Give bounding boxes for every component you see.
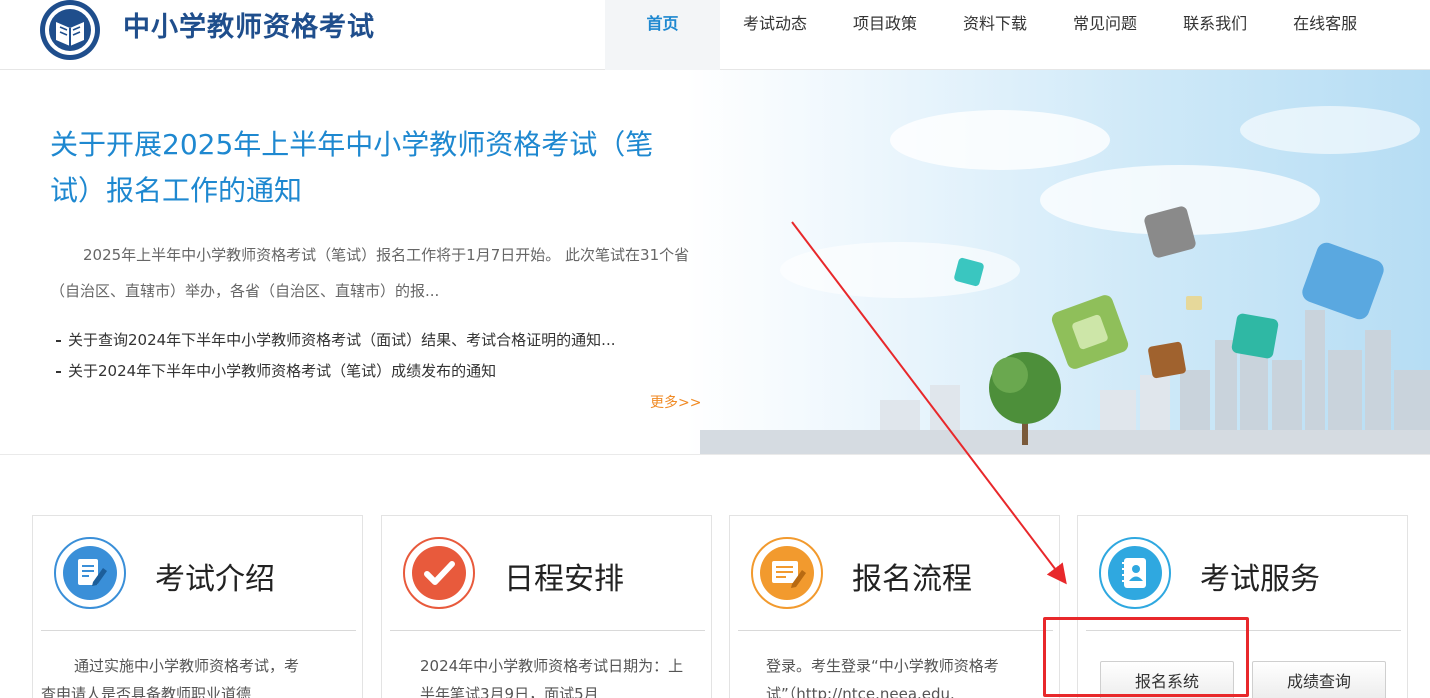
card-exam-intro[interactable]: 考试介绍 通过实施中小学教师资格考试，考查申请人是否具备教师职业道德	[32, 515, 363, 698]
divider	[390, 630, 705, 631]
score-query-button[interactable]: 成绩查询	[1252, 661, 1386, 698]
divider	[41, 630, 356, 631]
news-item[interactable]: 关于查询2024年下半年中小学教师资格考试（面试）结果、考试合格证明的通知...	[54, 325, 694, 356]
headline-link[interactable]: 关于开展2025年上半年中小学教师资格考试（笔试）报名工作的通知	[50, 122, 690, 214]
annotation-highlight-box	[1043, 617, 1249, 697]
nav-home[interactable]: 首页	[605, 0, 720, 70]
divider	[738, 630, 1053, 631]
card-title: 日程安排	[504, 562, 624, 597]
card-text: 通过实施中小学教师资格考试，考查申请人是否具备教师职业道德	[41, 657, 300, 698]
nav-downloads[interactable]: 资料下载	[940, 0, 1050, 70]
edit-document-icon	[54, 537, 126, 609]
form-pencil-icon	[751, 537, 823, 609]
main-nav: 首页 考试动态 项目政策 资料下载 常见问题 联系我们 在线客服	[605, 0, 1380, 70]
site-header: 中小学教师资格考试 首页 考试动态 项目政策 资料下载 常见问题 联系我们 在线…	[0, 0, 1430, 70]
nav-exam-news[interactable]: 考试动态	[720, 0, 830, 70]
news-item[interactable]: 关于2024年下半年中小学教师资格考试（笔试）成绩发布的通知	[54, 356, 694, 387]
card-registration-process[interactable]: 报名流程 登录。考生登录“中小学教师资格考试”（http://ntce.neea…	[729, 515, 1060, 698]
site-title[interactable]: 中小学教师资格考试	[123, 5, 375, 44]
nav-online-service[interactable]: 在线客服	[1270, 0, 1380, 70]
card-schedule[interactable]: 日程安排 2024年中小学教师资格考试日期为：上半年笔试3月9日，面试5月	[381, 515, 712, 698]
nav-faq[interactable]: 常见问题	[1050, 0, 1160, 70]
nav-policy[interactable]: 项目政策	[830, 0, 940, 70]
hero-banner: 关于开展2025年上半年中小学教师资格考试（笔试）报名工作的通知 2025年上半…	[0, 70, 1430, 455]
more-link[interactable]: 更多>>	[650, 392, 701, 412]
card-text: 2024年中小学教师资格考试日期为：上半年笔试3月9日，面试5月	[420, 657, 684, 698]
card-title: 考试服务	[1200, 562, 1320, 597]
nav-contact[interactable]: 联系我们	[1160, 0, 1270, 70]
card-title: 报名流程	[852, 562, 972, 597]
logo-icon[interactable]	[36, 0, 104, 62]
news-list: 关于查询2024年下半年中小学教师资格考试（面试）结果、考试合格证明的通知...…	[54, 325, 694, 387]
card-title: 考试介绍	[155, 562, 275, 597]
address-book-icon	[1099, 537, 1171, 609]
headline-summary: 2025年上半年中小学教师资格考试（笔试）报名工作将于1月7日开始。 此次笔试在…	[50, 246, 690, 300]
checkmark-icon	[403, 537, 475, 609]
card-text: 登录。考生登录“中小学教师资格考试”（http://ntce.neea.edu.	[766, 657, 999, 698]
